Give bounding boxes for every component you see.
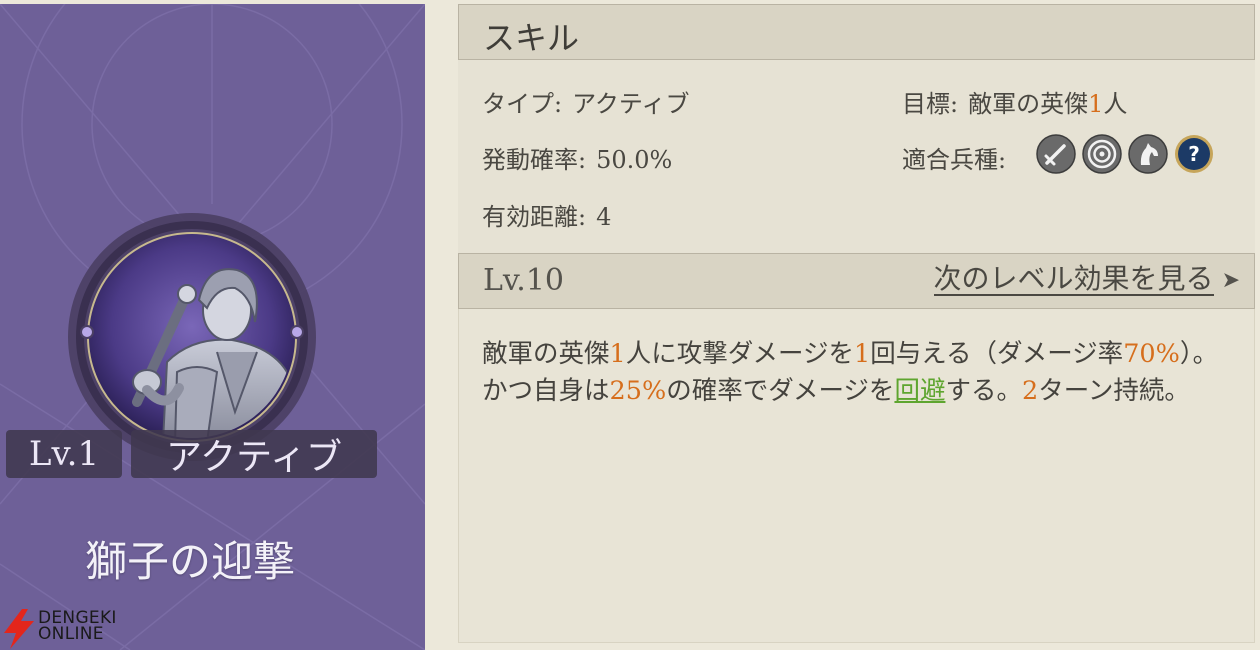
type-value: アクティブ — [572, 90, 690, 118]
evasion-keyword-link[interactable]: 回避 — [894, 376, 945, 406]
target-value: 敵軍の英傑1人 — [968, 90, 1128, 118]
range-label: 有効距離: — [482, 203, 587, 231]
lightning-logo-icon — [4, 609, 34, 649]
arrow-right-icon: ➤ — [1221, 267, 1240, 293]
skill-type-badge: アクティブ — [131, 430, 377, 478]
skill-level-badge: Lv.1 — [6, 430, 122, 478]
skill-description: 敵軍の英傑1人に攻撃ダメージを1回与える（ダメージ率70%）。かつ自身は25%の… — [482, 339, 1219, 406]
type-label: タイプ: — [482, 90, 563, 118]
hero-portrait — [68, 213, 316, 461]
question-icon[interactable]: ? — [1174, 134, 1214, 174]
svg-text:?: ? — [1188, 142, 1200, 166]
skill-card: Lv.1 アクティブ 獅子の迎撃 DENGEKI ONLINE — [0, 4, 425, 650]
compatible-units-row: 適合兵種: — [902, 140, 1016, 175]
unit-type-icons: ? — [1036, 134, 1214, 174]
skill-name: 獅子の迎撃 — [84, 537, 295, 586]
target-label: 目標: — [902, 90, 959, 118]
badge-row: Lv.1 アクティブ — [6, 430, 377, 478]
chance-value: 50.0% — [596, 146, 673, 174]
chance-label: 発動確率: — [482, 146, 587, 174]
effective-range-row: 有効距離: 4 — [482, 197, 611, 232]
skill-section-title: スキル — [483, 19, 580, 57]
units-label: 適合兵種: — [902, 146, 1007, 174]
skill-type-row: タイプ: アクティブ — [482, 84, 689, 119]
sword-icon[interactable] — [1036, 134, 1076, 174]
level-header: Lv.10 次のレベル効果を見る ➤ — [458, 253, 1255, 309]
skill-header: スキル — [458, 4, 1255, 60]
dengeki-online-logo: DENGEKI ONLINE — [0, 606, 126, 650]
activation-chance-row: 発動確率: 50.0% — [482, 140, 672, 175]
next-level-label[interactable]: 次のレベル効果を見る — [933, 264, 1214, 296]
target-row: 目標: 敵軍の英傑1人 — [902, 84, 1127, 119]
horse-icon[interactable] — [1128, 134, 1168, 174]
level-title: Lv.10 — [483, 263, 565, 298]
watermark-line2: ONLINE — [38, 624, 104, 644]
range-value: 4 — [596, 203, 612, 231]
target-icon[interactable] — [1082, 134, 1122, 174]
next-level-effect-link[interactable]: 次のレベル効果を見る ➤ — [933, 264, 1240, 296]
